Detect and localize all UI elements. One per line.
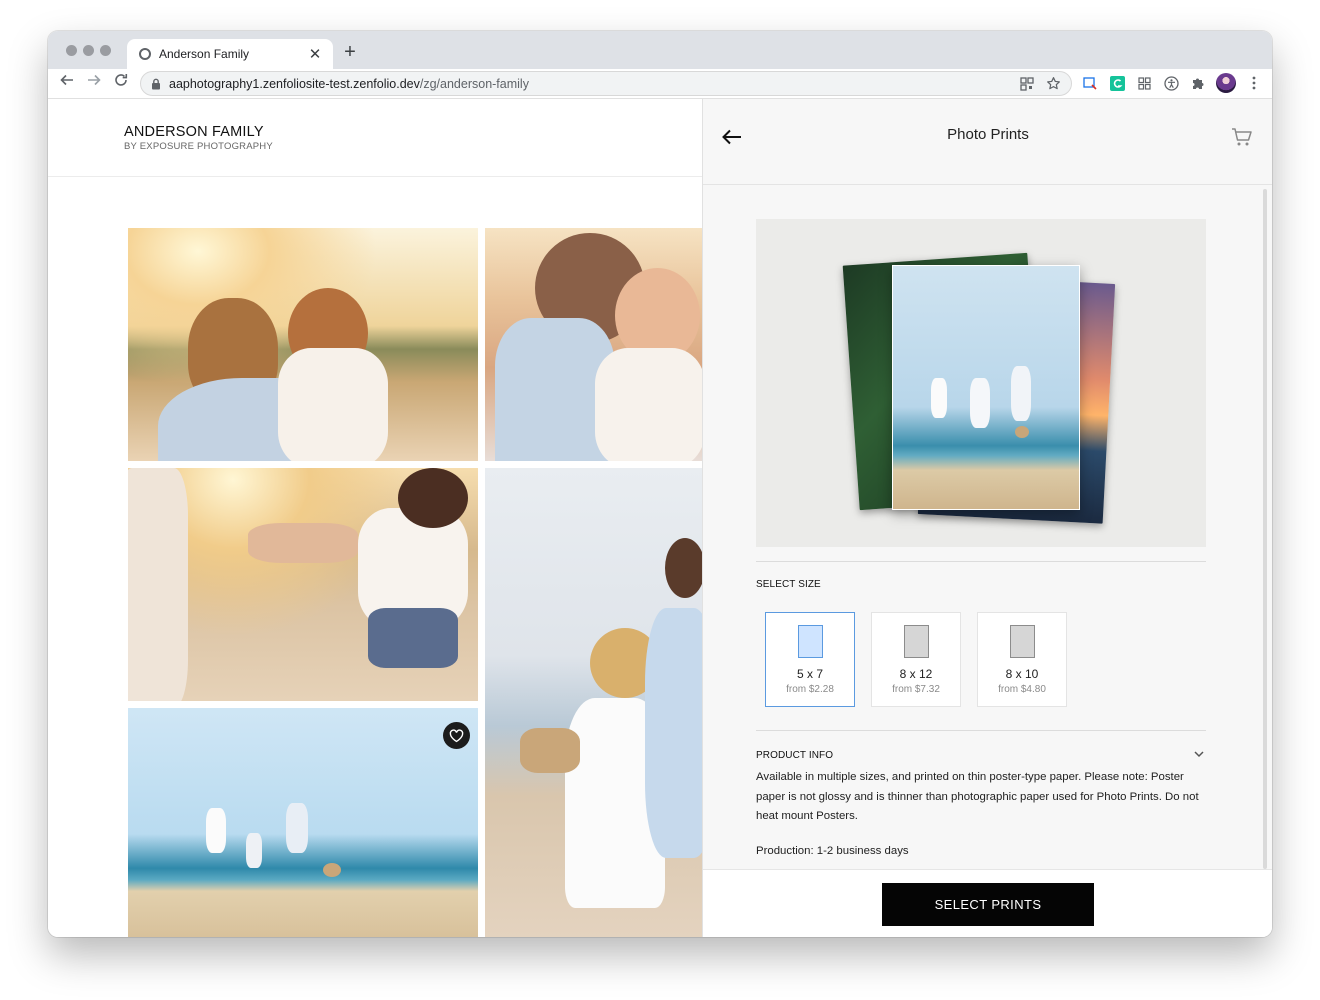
heart-icon: [449, 728, 464, 742]
back-button[interactable]: [56, 72, 78, 94]
tab-strip: Anderson Family ✕ +: [48, 31, 1272, 69]
puzzle-icon[interactable]: [1190, 75, 1206, 91]
url-host: aaphotography1.zenfoliosite-test.zenfoli…: [169, 76, 420, 91]
profile-avatar[interactable]: [1216, 73, 1236, 93]
maximize-window-button[interactable]: [100, 45, 111, 56]
grammarly-icon[interactable]: [1109, 75, 1125, 91]
photo-family-walking-shore[interactable]: [128, 708, 478, 937]
photo-holding-hands-beach[interactable]: [128, 468, 478, 701]
product-info-toggle[interactable]: PRODUCT INFO: [756, 750, 833, 761]
size-option-8x10[interactable]: 8 x 10 from $4.80: [977, 612, 1067, 707]
cart-icon[interactable]: [1231, 127, 1253, 149]
divider: [756, 561, 1206, 562]
web-page: ANDERSON FAMILY BY EXPOSURE PHOTOGRAPHY: [48, 99, 1272, 937]
accessibility-icon[interactable]: [1163, 75, 1179, 91]
reload-button[interactable]: [110, 72, 132, 94]
product-info-text: Available in multiple sizes, and printed…: [756, 771, 1199, 822]
reading-list-icon[interactable]: [1082, 75, 1098, 91]
favorite-button[interactable]: [443, 722, 470, 749]
kebab-menu-icon[interactable]: [1246, 75, 1262, 91]
panel-title: Photo Prints: [947, 126, 1029, 143]
size-swatch: [904, 625, 929, 658]
bookmark-star-icon[interactable]: [1045, 76, 1061, 92]
size-price: from $2.28: [786, 684, 834, 695]
gallery-subtitle: BY EXPOSURE PHOTOGRAPHY: [124, 141, 273, 152]
reload-icon: [115, 74, 128, 86]
size-price: from $4.80: [998, 684, 1046, 695]
browser-tab[interactable]: Anderson Family ✕: [127, 39, 333, 69]
site-header: ANDERSON FAMILY BY EXPOSURE PHOTOGRAPHY: [48, 99, 702, 177]
close-window-button[interactable]: [66, 45, 77, 56]
photo-father-kissing-daughter[interactable]: [485, 228, 702, 461]
product-preview-image: [756, 219, 1206, 547]
qr-code-icon[interactable]: [1019, 76, 1035, 92]
size-name: 8 x 10: [1005, 667, 1039, 681]
new-tab-button[interactable]: +: [340, 41, 360, 64]
divider: [756, 730, 1206, 731]
minimize-window-button[interactable]: [83, 45, 94, 56]
browser-window: Anderson Family ✕ + aaphotography1.zenfo…: [48, 31, 1272, 937]
print-sample-front: [892, 265, 1080, 510]
tab-title: Anderson Family: [159, 47, 250, 61]
lock-icon: [152, 78, 160, 89]
panel-header: Photo Prints: [703, 99, 1272, 185]
photo-prints-panel: Photo Prints SELECT SIZE 5 x 7 from $2.2…: [702, 99, 1272, 937]
size-option-5x7[interactable]: 5 x 7 from $2.28: [765, 612, 855, 707]
size-swatch: [798, 625, 823, 658]
arrow-right-icon: [88, 74, 101, 86]
photo-family-smiling-beach[interactable]: [485, 468, 702, 937]
tab-close-icon[interactable]: ✕: [307, 45, 323, 63]
size-swatch: [1010, 625, 1035, 658]
photo-father-daughter-sunset[interactable]: [128, 228, 478, 461]
forward-button[interactable]: [83, 72, 105, 94]
url-path: /zg/anderson-family: [419, 76, 529, 91]
production-time: Production: 1-2 business days: [756, 845, 909, 857]
url-text[interactable]: aaphotography1.zenfoliosite-test.zenfoli…: [169, 77, 1009, 91]
gallery-title[interactable]: ANDERSON FAMILY: [124, 124, 264, 140]
panel-scrollbar[interactable]: [1263, 189, 1267, 869]
address-bar[interactable]: aaphotography1.zenfoliosite-test.zenfoli…: [140, 71, 1072, 96]
size-name: 5 x 7: [796, 667, 823, 681]
size-option-8x12[interactable]: 8 x 12 from $7.32: [871, 612, 961, 707]
panel-footer: SELECT PRINTS: [703, 869, 1272, 937]
select-size-label: SELECT SIZE: [756, 579, 821, 590]
site-favicon-icon: [139, 48, 151, 60]
browser-toolbar: aaphotography1.zenfoliosite-test.zenfoli…: [48, 69, 1272, 99]
chevron-down-icon[interactable]: [1193, 747, 1205, 759]
extension-grid-icon[interactable]: [1136, 75, 1152, 91]
select-prints-button[interactable]: SELECT PRINTS: [882, 883, 1094, 926]
size-price: from $7.32: [892, 684, 940, 695]
arrow-left-icon: [60, 74, 73, 86]
size-name: 8 x 12: [899, 667, 933, 681]
